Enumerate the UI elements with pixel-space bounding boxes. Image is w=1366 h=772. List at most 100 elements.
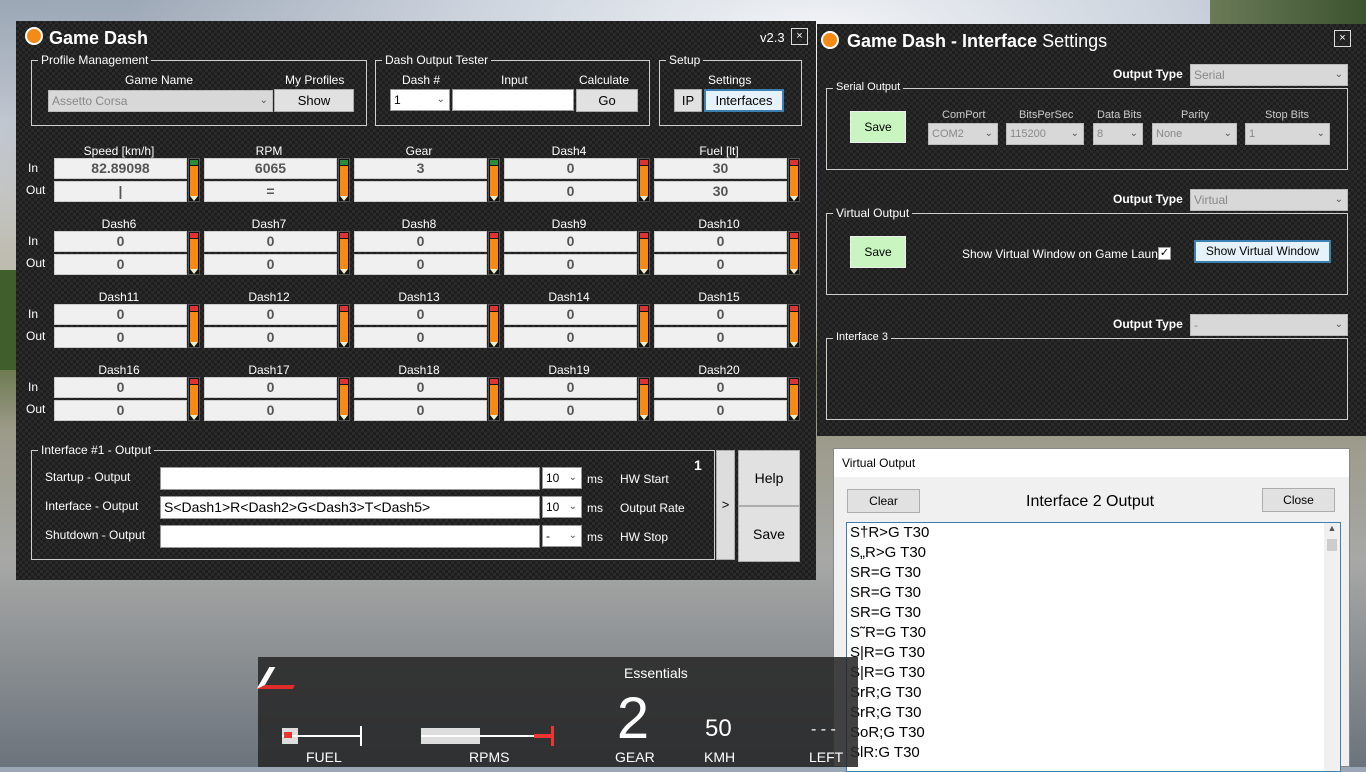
game-name-select[interactable]: Assetto Corsa ⌄ bbox=[48, 90, 273, 112]
out-row-label: Out bbox=[26, 256, 46, 270]
save-button[interactable]: Save bbox=[738, 506, 800, 562]
pencil-edit-icon[interactable] bbox=[338, 231, 350, 275]
show-on-launch-label: Show Virtual Window on Game Launch bbox=[962, 247, 1171, 261]
dash-out-value: 0 bbox=[654, 400, 787, 421]
databits-select[interactable]: 8 ⌄ bbox=[1093, 123, 1143, 145]
scroll-thumb[interactable] bbox=[1327, 539, 1337, 551]
hw-start-label: HW Start bbox=[620, 472, 669, 486]
pencil-edit-icon[interactable] bbox=[188, 304, 200, 348]
comport-select[interactable]: COM2 ⌄ bbox=[928, 123, 998, 145]
app-logo-icon bbox=[25, 27, 43, 45]
dash-number-label: Dash # bbox=[402, 73, 441, 87]
output-type-label: Output Type bbox=[1113, 192, 1183, 206]
go-button[interactable]: Go bbox=[576, 89, 638, 112]
shutdown-ms-select[interactable]: - ⌄ bbox=[542, 525, 582, 547]
interface3-output-type-select[interactable]: - ⌄ bbox=[1190, 314, 1348, 336]
close-button[interactable]: Close bbox=[1262, 488, 1335, 512]
pencil-body bbox=[490, 239, 498, 269]
output-line: SrR;G T30 bbox=[850, 704, 922, 721]
comport-value: COM2 bbox=[932, 128, 964, 140]
title-part: Interface bbox=[962, 31, 1038, 51]
virtual-output-type-select[interactable]: Virtual ⌄ bbox=[1190, 189, 1348, 211]
test-input-field[interactable] bbox=[452, 89, 574, 111]
startup-output-field[interactable] bbox=[160, 467, 540, 490]
out-row-label: Out bbox=[26, 402, 46, 416]
interfaces-button[interactable]: Interfaces bbox=[704, 89, 784, 112]
interface-settings-window: Game Dash - Interface Settings × Output … bbox=[817, 24, 1366, 436]
dash-in-value: 0 bbox=[654, 231, 787, 252]
serial-save-button[interactable]: Save bbox=[850, 111, 906, 143]
pencil-edit-icon[interactable] bbox=[488, 231, 500, 275]
dash-number-value: 1 bbox=[394, 93, 401, 107]
dash-out-value: = bbox=[204, 181, 337, 202]
close-icon[interactable]: × bbox=[791, 28, 808, 45]
show-virtual-window-button[interactable]: Show Virtual Window bbox=[1194, 240, 1331, 263]
output-line: S|R=G T30 bbox=[850, 664, 925, 681]
pencil-edit-icon[interactable] bbox=[338, 304, 350, 348]
listbox-scrollbar[interactable]: ▲ bbox=[1324, 523, 1340, 771]
show-profiles-button[interactable]: Show bbox=[274, 89, 354, 112]
out-row-label: Out bbox=[26, 329, 46, 343]
pencil-cap bbox=[190, 306, 198, 311]
pencil-edit-icon[interactable] bbox=[788, 304, 800, 348]
pencil-cap bbox=[490, 160, 498, 165]
virtual-save-button[interactable]: Save bbox=[850, 236, 906, 268]
app-logo-icon bbox=[821, 31, 839, 49]
pencil-edit-icon[interactable] bbox=[188, 158, 200, 202]
pencil-edit-icon[interactable] bbox=[638, 377, 650, 421]
ip-button[interactable]: IP bbox=[674, 89, 702, 112]
pencil-edit-icon[interactable] bbox=[488, 304, 500, 348]
bitspersec-select[interactable]: 115200 ⌄ bbox=[1006, 123, 1084, 145]
pencil-edit-icon[interactable] bbox=[788, 231, 800, 275]
stopbits-select[interactable]: 1 ⌄ bbox=[1245, 123, 1330, 145]
expand-arrow-button[interactable]: > bbox=[716, 450, 735, 560]
scroll-up-icon[interactable]: ▲ bbox=[1324, 523, 1340, 539]
clear-button[interactable]: Clear bbox=[847, 489, 920, 513]
output-type-label: Output Type bbox=[1113, 67, 1183, 81]
dash-label: Dash7 bbox=[251, 217, 287, 231]
game-dash-window: Game Dash v2.3 × Profile Management Game… bbox=[16, 21, 816, 580]
parity-value: None bbox=[1156, 128, 1183, 140]
pencil-edit-icon[interactable] bbox=[638, 158, 650, 202]
dash-label: Dash18 bbox=[398, 363, 440, 377]
show-on-launch-checkbox[interactable]: ✓ bbox=[1158, 247, 1171, 260]
dash-label: Dash6 bbox=[101, 217, 137, 231]
dash-out-value: 0 bbox=[204, 327, 337, 348]
dash-number-select[interactable]: 1 ⌄ bbox=[390, 89, 450, 111]
pencil-body bbox=[640, 312, 648, 342]
pencil-body bbox=[490, 385, 498, 415]
output-listbox[interactable]: S†R>G T30 S„R>G T30 SR=G T30 SR=G T30 SR=G T… bbox=[846, 522, 1341, 772]
interface-output-field[interactable]: S<Dash1>R<Dash2>G<Dash3>T<Dash5> bbox=[160, 496, 540, 519]
pencil-edit-icon[interactable] bbox=[788, 158, 800, 202]
startup-ms-select[interactable]: 10 ⌄ bbox=[542, 467, 582, 489]
gear-value: 2 bbox=[616, 686, 650, 751]
dash-label: Dash20 bbox=[698, 363, 740, 377]
settings-label: Settings bbox=[708, 73, 752, 87]
pencil-edit-icon[interactable] bbox=[638, 304, 650, 348]
pencil-edit-icon[interactable] bbox=[188, 377, 200, 421]
pencil-edit-icon[interactable] bbox=[488, 377, 500, 421]
shutdown-ms-value: - bbox=[546, 529, 550, 543]
shutdown-output-field[interactable] bbox=[160, 525, 540, 548]
chevron-down-icon: ⌄ bbox=[568, 501, 577, 512]
pencil-edit-icon[interactable] bbox=[338, 377, 350, 421]
virtual-output-group: Virtual Output Save Show Virtual Window … bbox=[826, 206, 1348, 295]
bitspersec-value: 115200 bbox=[1010, 128, 1046, 140]
pencil-edit-icon[interactable] bbox=[788, 377, 800, 421]
parity-select[interactable]: None ⌄ bbox=[1152, 123, 1237, 145]
pencil-edit-icon[interactable] bbox=[188, 231, 200, 275]
pencil-edit-icon[interactable] bbox=[338, 158, 350, 202]
pencil-edit-icon[interactable] bbox=[638, 231, 650, 275]
help-button[interactable]: Help bbox=[738, 450, 800, 506]
serial-output-type-select[interactable]: Serial ⌄ bbox=[1190, 64, 1348, 86]
dash-in-value: 0 bbox=[654, 377, 787, 398]
chevron-down-icon: ⌄ bbox=[568, 472, 577, 483]
interface-ms-select[interactable]: 10 ⌄ bbox=[542, 496, 582, 518]
databits-value: 8 bbox=[1097, 128, 1104, 140]
fuel-marker bbox=[284, 732, 292, 738]
pencil-edit-icon[interactable] bbox=[488, 158, 500, 202]
pencil-tip bbox=[640, 269, 648, 274]
close-icon[interactable]: × bbox=[1334, 30, 1351, 47]
ms-unit-label: ms bbox=[587, 530, 603, 544]
chevron-down-icon: ⌄ bbox=[984, 128, 993, 139]
